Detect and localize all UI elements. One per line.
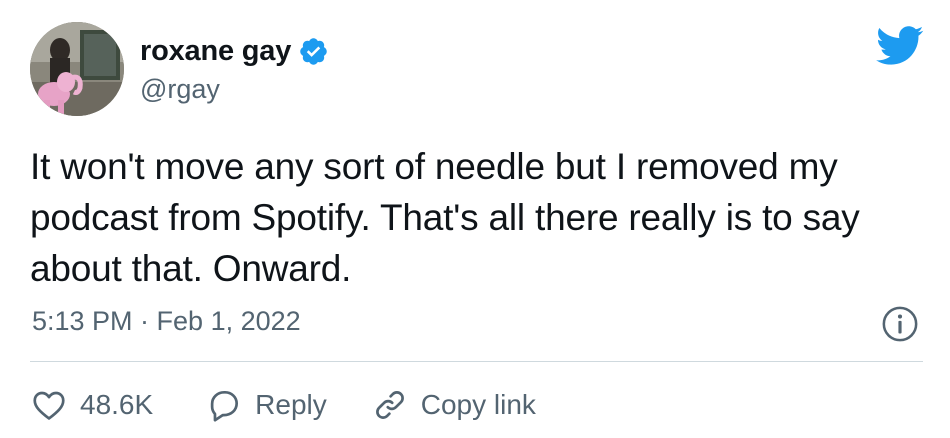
tweet-text: It won't move any sort of needle but I r… xyxy=(30,146,860,289)
reply-label: Reply xyxy=(255,389,327,420)
reply-button[interactable]: Reply xyxy=(205,386,327,424)
link-icon xyxy=(371,386,409,424)
author-handle[interactable]: @rgay xyxy=(140,74,220,105)
divider xyxy=(30,361,923,362)
author-display-name[interactable]: roxane gay xyxy=(140,35,291,68)
twitter-bird-icon[interactable] xyxy=(876,26,924,66)
verified-badge-icon xyxy=(298,36,329,67)
copy-link-label: Copy link xyxy=(420,389,536,420)
like-count: 48.6K xyxy=(80,389,154,420)
heart-icon xyxy=(30,386,68,424)
copy-link-button[interactable]: Copy link xyxy=(371,386,536,424)
info-icon[interactable] xyxy=(881,305,919,343)
action-bar: 48.6K Reply Copy link xyxy=(30,383,536,427)
avatar[interactable] xyxy=(30,22,124,116)
tweet-card: roxane gay @rgay It won't move any sort … xyxy=(0,0,950,438)
speech-bubble-icon xyxy=(205,386,243,424)
tweet-timestamp[interactable]: 5:13 PM · Feb 1, 2022 xyxy=(32,306,301,337)
avatar-photo xyxy=(30,22,124,116)
author-name-row: roxane gay xyxy=(140,33,329,69)
like-button[interactable]: 48.6K xyxy=(30,386,153,424)
